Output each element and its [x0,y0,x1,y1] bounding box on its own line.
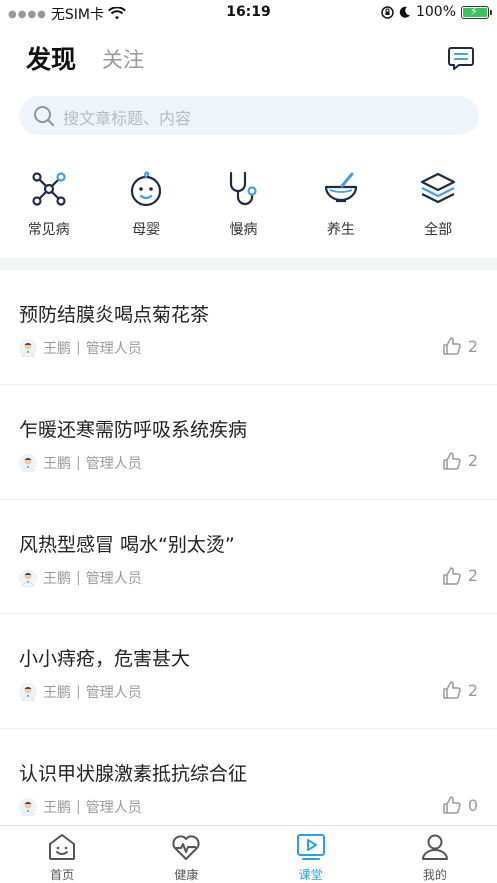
category-row: 常见病 母婴 慢病 养生 全部 [0,168,497,248]
tab-discover[interactable]: 发现 [26,40,76,76]
battery-percent: 100% [415,4,456,20]
article-author: 王鹏 [43,341,71,357]
charging-bolt-icon: ⚡ [470,4,478,18]
article-item[interactable]: 风热型感冒 喝水“别太烫” 王鹏 | 管理人员 2 [0,500,497,615]
category-label: 慢病 [229,222,258,238]
moon-icon [399,6,410,18]
category-chronic[interactable]: 慢病 [195,168,292,248]
article-title[interactable]: 预防结膜炎喝点菊花茶 [19,300,209,327]
article-author: 王鹏 [43,455,71,472]
like-button[interactable]: 0 [442,795,478,815]
nav-label: 健康 [174,868,199,882]
like-button[interactable]: 2 [442,566,478,586]
category-common-disease[interactable]: 常见病 [0,168,97,248]
article-author: 王鹏 [43,570,71,587]
home-smile-icon [49,834,76,860]
nav-label: 我的 [422,868,447,882]
article-meta: 王鹏 | 管理人员 [19,797,142,817]
header: 发现 关注 [0,36,497,76]
like-count: 2 [467,336,478,356]
battery-icon: ⚡ [461,4,492,19]
thumbs-up-icon [443,452,461,470]
orientation-lock-icon [381,5,394,19]
doctor-avatar-icon [19,798,37,817]
category-label: 全部 [424,222,453,238]
doctor-avatar-icon [19,683,37,702]
article-list: 预防结膜炎喝点菊花茶 王鹏 | 管理人员 2 乍暖还寒需防呼吸系统疾病 王鹏 |… [0,270,497,844]
like-count: 0 [467,795,478,815]
article-item[interactable]: 预防结膜炎喝点菊花茶 王鹏 | 管理人员 2 [0,270,497,385]
article-role: 管理人员 [85,341,142,357]
mortar-pestle-icon [324,172,357,203]
category-all[interactable]: 全部 [390,168,487,248]
nav-label: 课堂 [298,868,323,882]
article-meta: 王鹏 | 管理人员 [19,338,142,358]
status-right: 100% ⚡ [381,4,492,20]
meta-separator: | [76,454,81,471]
section-divider [0,258,497,270]
article-role: 管理人员 [85,685,142,702]
article-meta: 王鹏 | 管理人员 [19,682,142,702]
thumbs-up-icon [443,796,461,814]
like-button[interactable]: 2 [442,680,478,700]
video-class-icon [296,834,325,860]
meta-separator: | [76,340,81,356]
nav-home[interactable]: 首页 [0,826,124,883]
search-bar[interactable]: 搜文章标题、内容 [19,96,479,135]
category-mother-baby[interactable]: 母婴 [97,168,194,248]
article-author: 王鹏 [43,800,71,817]
meta-separator: | [76,684,81,701]
baby-face-icon [130,171,162,207]
nav-health[interactable]: 健康 [124,826,248,883]
article-title[interactable]: 风热型感冒 喝水“别太烫” [19,530,235,557]
category-label: 养生 [326,222,355,238]
meta-separator: | [76,799,81,816]
article-item[interactable]: 小小痔疮，危害甚大 王鹏 | 管理人员 2 [0,614,497,730]
doctor-avatar-icon [19,339,37,357]
category-label: 常见病 [27,222,70,238]
category-wellness[interactable]: 养生 [292,168,389,248]
article-meta: 王鹏 | 管理人员 [19,453,142,473]
article-role: 管理人员 [85,570,142,587]
like-count: 2 [467,680,478,700]
layers-icon [421,172,456,204]
article-role: 管理人员 [85,800,142,817]
category-label: 母婴 [132,222,161,238]
thumbs-up-icon [443,337,461,355]
article-meta: 王鹏 | 管理人员 [19,568,142,588]
thumbs-up-icon [443,681,461,700]
user-icon [421,834,448,860]
doctor-avatar-icon [19,453,37,472]
search-placeholder: 搜文章标题、内容 [63,109,192,128]
article-item[interactable]: 乍暖还寒需防呼吸系统疾病 王鹏 | 管理人员 2 [0,385,497,500]
search-icon [34,106,54,126]
article-title[interactable]: 认识甲状腺激素抵抗综合征 [19,759,247,786]
article-author: 王鹏 [43,685,71,702]
stethoscope-icon [230,171,258,206]
meta-separator: | [76,569,81,586]
tab-follow[interactable]: 关注 [102,44,144,74]
article-title[interactable]: 小小痔疮，危害甚大 [19,644,190,671]
chat-bubble-icon[interactable] [447,44,475,72]
nav-mine[interactable]: 我的 [373,826,497,883]
like-count: 2 [467,451,478,471]
article-role: 管理人员 [85,455,142,472]
like-button[interactable]: 2 [442,451,478,471]
status-bar: ●●●● 无SIM卡 16:19 100% ⚡ [0,0,497,24]
molecule-icon [32,172,66,206]
heart-pulse-icon [172,835,200,860]
thumbs-up-icon [443,566,461,585]
article-title[interactable]: 乍暖还寒需防呼吸系统疾病 [19,415,247,442]
nav-class[interactable]: 课堂 [249,826,373,883]
doctor-avatar-icon [19,568,37,587]
bottom-nav: 首页 健康 课堂 我的 [0,825,497,883]
like-count: 2 [467,566,478,586]
like-button[interactable]: 2 [442,336,478,356]
nav-label: 首页 [50,868,75,882]
